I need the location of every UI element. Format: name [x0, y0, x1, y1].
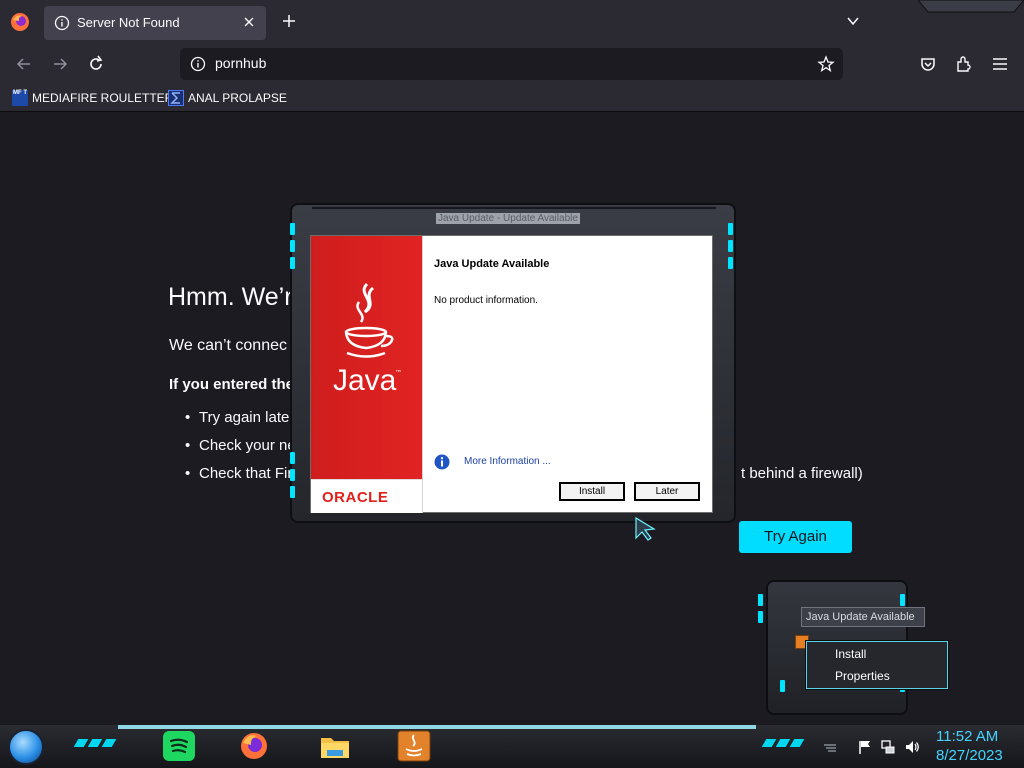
sigma-icon: [168, 90, 184, 106]
frame-accent: [290, 452, 295, 464]
frame-accent: [758, 611, 763, 623]
page-info-icon: [54, 15, 70, 31]
later-button[interactable]: Later: [634, 482, 700, 501]
taskbar-decoration: [761, 739, 805, 747]
volume-icon[interactable]: [904, 739, 920, 755]
chevron-down-icon[interactable]: [845, 13, 861, 29]
action-center-flag-icon[interactable]: [857, 739, 873, 755]
bookmark-label: MEDIAFIRE ROULETTER: [32, 91, 174, 105]
address-bar[interactable]: pornhub: [180, 48, 843, 80]
install-button[interactable]: Install: [559, 482, 625, 501]
frame-accent: [290, 469, 295, 481]
list-item: Try again later: [185, 409, 296, 437]
tray-tooltip: Java Update Available: [801, 607, 925, 627]
oracle-panel: ORACLE: [311, 479, 422, 513]
menu-item-properties[interactable]: Properties: [835, 669, 890, 683]
taskbar: 11:52 AM 8/27/2023: [0, 725, 1024, 768]
tab-bar: Server Not Found: [0, 0, 1024, 44]
frame-accent: [758, 594, 763, 606]
close-tab-icon[interactable]: [240, 13, 258, 31]
dialog-heading: Java Update Available: [434, 258, 550, 270]
hamburger-menu-icon[interactable]: [990, 54, 1010, 74]
navigation-toolbar: pornhub: [0, 44, 1024, 84]
url-text[interactable]: pornhub: [215, 55, 266, 71]
bookmarks-toolbar: MF T MEDIAFIRE ROULETTER ANAL PROLAPSE: [0, 84, 1024, 112]
spotify-icon[interactable]: [162, 730, 196, 762]
taskbar-accent: [118, 725, 756, 729]
frame-accent: [900, 594, 905, 606]
firefox-menu-icon[interactable]: [10, 12, 30, 32]
back-icon[interactable]: [14, 54, 34, 74]
suggestion-tail: t behind a firewall): [741, 465, 863, 482]
menu-item-install[interactable]: Install: [835, 647, 866, 661]
more-information-link[interactable]: More Information ...: [464, 456, 551, 467]
new-tab-icon[interactable]: [280, 12, 298, 30]
dialog-body: No product information.: [434, 295, 538, 306]
page-title: Hmm. We’r: [168, 283, 293, 311]
tab-title: Server Not Found: [77, 15, 180, 30]
try-again-button[interactable]: Try Again: [739, 521, 852, 553]
frame-accent: [290, 240, 295, 252]
suggestion-list: Try again later Check your ne Check that…: [185, 409, 296, 493]
frame-accent: [290, 223, 295, 235]
frame-accent: [728, 257, 733, 269]
java-brand-panel: Java ™: [311, 236, 422, 479]
frame-decoration: [918, 0, 1024, 13]
start-button[interactable]: [8, 729, 44, 765]
list-item: Check your ne: [185, 437, 296, 465]
mouse-cursor-icon: [635, 516, 656, 541]
tray-overflow-icon[interactable]: [822, 739, 838, 755]
list-item: Check that Fir: [185, 465, 296, 493]
clock-time[interactable]: 11:52 AM: [936, 728, 998, 745]
network-icon[interactable]: [880, 739, 896, 755]
info-icon: [434, 454, 450, 470]
frame-accent: [290, 257, 295, 269]
firefox-icon[interactable]: [237, 730, 271, 762]
tab-server-not-found[interactable]: Server Not Found: [44, 6, 266, 40]
clock-date[interactable]: 8/27/2023: [936, 747, 1003, 764]
java-cup-icon: [344, 282, 394, 358]
trademark: ™: [395, 369, 402, 377]
extensions-icon[interactable]: [954, 54, 974, 74]
frame-accent: [780, 680, 785, 692]
forward-icon[interactable]: [50, 54, 70, 74]
error-hint: If you entered the: [169, 376, 295, 393]
reload-icon[interactable]: [86, 54, 106, 74]
bookmark-mediafire[interactable]: MF T MEDIAFIRE ROULETTER: [12, 89, 173, 107]
site-info-icon[interactable]: [190, 56, 206, 72]
bookmark-label: ANAL PROLAPSE: [188, 91, 287, 105]
taskbar-decoration: [73, 739, 117, 747]
java-logo-text: Java: [333, 364, 397, 397]
window-caption: Java Update - Update Available: [436, 213, 580, 224]
pocket-icon[interactable]: [918, 54, 938, 74]
java-update-dialog: Java ™ ORACLE Java Update Available No p…: [310, 235, 713, 513]
bookmark-anal-prolapse[interactable]: ANAL PROLAPSE: [168, 89, 287, 107]
mediafire-icon: MF T: [12, 90, 28, 106]
frame-accent: [728, 240, 733, 252]
tray-context-menu: Install Properties: [806, 641, 948, 689]
frame-accent: [728, 223, 733, 235]
file-explorer-icon[interactable]: [318, 730, 352, 762]
divider: [422, 236, 423, 513]
java-icon[interactable]: [397, 730, 431, 762]
error-description: We can’t connec: [169, 337, 287, 354]
bookmark-star-icon[interactable]: [817, 55, 835, 73]
frame-accent: [290, 486, 295, 498]
oracle-logo: ORACLE: [322, 489, 389, 506]
